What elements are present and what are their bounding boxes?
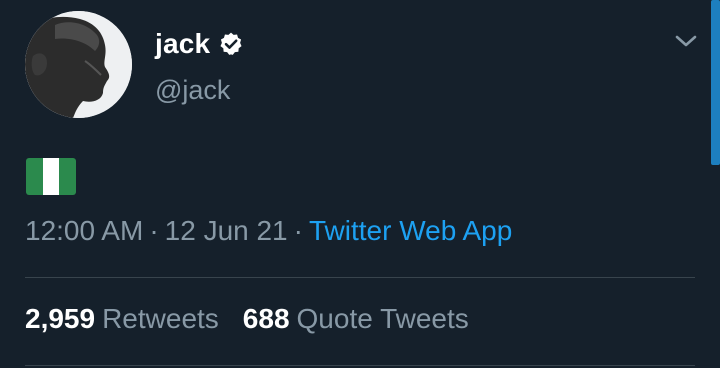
divider: [25, 365, 695, 366]
tweet-date[interactable]: 12 Jun 21: [165, 215, 288, 246]
tweet-meta: 12:00 AM · 12 Jun 21 · Twitter Web App: [25, 215, 512, 247]
quote-tweets-label: Quote Tweets: [296, 303, 469, 334]
meta-separator: ·: [293, 215, 303, 246]
tweet-source-link[interactable]: Twitter Web App: [309, 215, 512, 246]
quote-tweets-stat[interactable]: 688 Quote Tweets: [243, 303, 469, 335]
author-display-name[interactable]: jack: [155, 28, 210, 60]
quote-tweets-count: 688: [242, 303, 290, 334]
verified-badge-icon: [218, 31, 244, 57]
retweets-label: Retweets: [102, 303, 219, 334]
tweet-time[interactable]: 12:00 AM: [25, 215, 143, 246]
author-name-row: jack: [155, 26, 244, 62]
retweets-count: 2,959: [25, 303, 96, 334]
avatar[interactable]: [25, 11, 132, 118]
author-handle[interactable]: @jack: [155, 75, 230, 106]
retweets-stat[interactable]: 2,959 Retweets: [25, 303, 219, 335]
chevron-down-icon[interactable]: [672, 30, 700, 52]
divider: [25, 277, 695, 278]
scrollbar[interactable]: [711, 0, 720, 165]
tweet-detail-view: jack @jack 12:00 AM · 12 Jun 21 · Twitter We…: [0, 0, 720, 368]
meta-separator: ·: [149, 215, 159, 246]
avatar-portrait-image: [25, 11, 132, 118]
tweet-stats: 2,959 Retweets 688 Quote Tweets: [25, 303, 469, 335]
nigeria-flag-emoji: [26, 158, 76, 195]
